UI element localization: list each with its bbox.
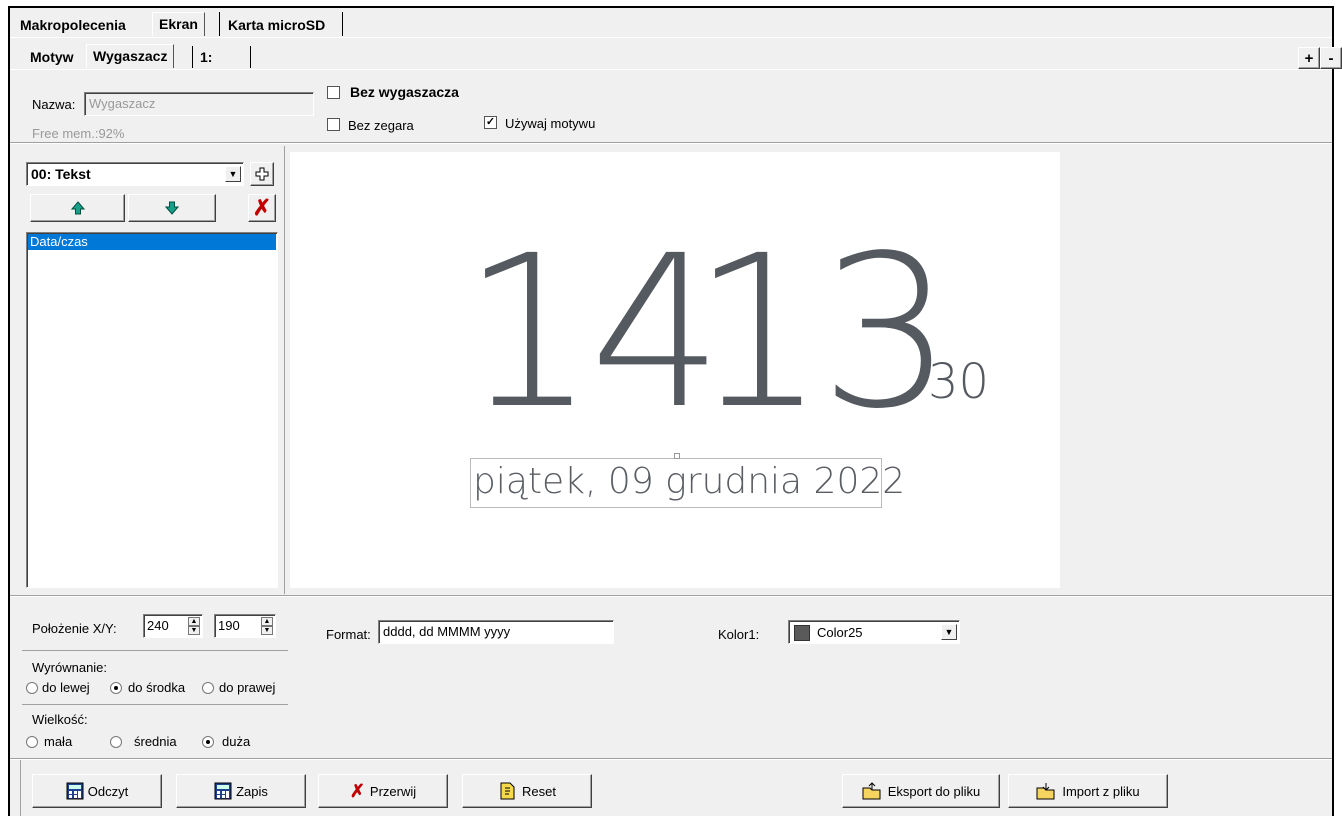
use-theme-checkbox[interactable]: ✓	[484, 116, 497, 129]
add-element-button[interactable]	[250, 162, 274, 186]
tab-wygaszacz[interactable]: Wygaszacz	[86, 44, 175, 68]
separator	[10, 759, 1332, 760]
color-value: Color25	[817, 625, 863, 640]
read-label: Odczyt	[87, 783, 129, 799]
tab-makropolecenia[interactable]: Makropolecenia	[14, 14, 132, 36]
tab-karta-microsd[interactable]: Karta microSD	[222, 14, 331, 36]
subtab-line	[10, 69, 1332, 70]
selection-handle[interactable]	[674, 453, 680, 459]
format-input[interactable]: dddd, dd MMMM yyyy	[378, 620, 614, 644]
name-field[interactable]: Wygaszacz	[84, 92, 314, 116]
separator	[22, 650, 288, 651]
tab-divider	[192, 46, 193, 68]
reset-label: Reset	[522, 783, 556, 799]
use-theme-label: Używaj motywu	[505, 116, 596, 131]
delete-icon: ✗	[252, 195, 272, 220]
color-swatch	[794, 625, 810, 641]
write-label: Zapis	[236, 783, 268, 799]
clock-minute: 13	[692, 210, 953, 455]
stop-icon: ✗	[349, 780, 365, 801]
clock-seconds: 30	[928, 354, 990, 410]
format-value: dddd, dd MMMM yyyy	[383, 624, 511, 639]
calculator-icon	[214, 782, 232, 800]
size-small-radio[interactable]	[26, 736, 38, 748]
size-medium-radio[interactable]	[110, 736, 122, 748]
size-label: Wielkość:	[32, 712, 88, 727]
date-text: piątek, 09 grudnia 2022	[473, 461, 906, 502]
element-list[interactable]: Data/czas	[26, 232, 278, 588]
pos-y-value: 190	[218, 618, 240, 633]
chevron-down-icon[interactable]: ▼	[225, 166, 241, 182]
list-item[interactable]: Data/czas	[28, 234, 276, 250]
pos-x-spinner[interactable]: 240 ▲ ▼	[143, 614, 203, 638]
panel-divider	[284, 146, 285, 594]
move-up-button[interactable]	[30, 194, 125, 222]
color-label: Kolor1:	[718, 627, 760, 642]
align-left-label: do lewej	[42, 680, 90, 695]
no-saver-checkbox[interactable]	[327, 86, 340, 99]
clock-colon: :	[664, 272, 695, 377]
no-clock-label: Bez zegara	[348, 118, 414, 133]
remove-screen-button[interactable]: -	[1320, 47, 1342, 69]
pos-x-value: 240	[147, 618, 169, 633]
calculator-icon	[66, 782, 84, 800]
size-small-label: mała	[44, 734, 73, 749]
import-label: Import z pliku	[1062, 783, 1140, 799]
separator	[10, 143, 1332, 144]
import-button[interactable]: Import z pliku	[1008, 774, 1168, 808]
position-label: Położenie X/Y:	[32, 621, 117, 636]
frame-line	[20, 760, 21, 816]
size-large-label: duża	[222, 734, 251, 749]
arrow-up-icon	[70, 201, 85, 215]
stop-label: Przerwij	[369, 783, 417, 799]
reset-icon	[500, 782, 515, 800]
element-select-value: 00: Tekst	[31, 166, 91, 182]
tabbar-line	[10, 37, 1332, 38]
align-right-radio[interactable]	[202, 682, 214, 694]
no-saver-label: Bez wygaszacza	[350, 84, 459, 100]
element-select[interactable]: 00: Tekst ▼	[26, 162, 244, 186]
no-clock-checkbox[interactable]	[327, 118, 340, 131]
spin-up-icon[interactable]: ▲	[188, 617, 200, 626]
color-select[interactable]: Color25 ▼	[788, 620, 960, 644]
pos-y-spinner[interactable]: 190 ▲ ▼	[214, 614, 276, 638]
align-center-label: do środka	[128, 680, 186, 695]
name-label: Nazwa:	[32, 97, 76, 112]
align-center-radio[interactable]	[110, 682, 122, 694]
tab-ekran[interactable]: Ekran	[152, 12, 205, 36]
size-large-radio[interactable]	[202, 736, 214, 748]
tab-divider	[250, 46, 251, 68]
add-screen-button[interactable]: +	[1298, 47, 1320, 69]
free-memory-text: Free mem.:92%	[32, 126, 125, 141]
move-down-button[interactable]	[128, 194, 216, 222]
folder-export-icon	[862, 782, 881, 800]
write-button[interactable]: Zapis	[176, 774, 306, 808]
stop-button[interactable]: ✗ Przerwij	[318, 774, 448, 808]
export-label: Eksport do pliku	[887, 783, 981, 799]
format-label: Format:	[326, 627, 371, 642]
export-button[interactable]: Eksport do pliku	[842, 774, 1000, 808]
spin-up-icon[interactable]: ▲	[261, 617, 273, 626]
tab-divider	[219, 12, 220, 36]
tab-motyw[interactable]: Motyw	[24, 46, 80, 68]
align-right-label: do prawej	[219, 680, 276, 695]
tab-divider	[342, 12, 343, 36]
plus-icon	[255, 167, 269, 181]
arrow-down-icon	[165, 201, 179, 215]
read-button[interactable]: Odczyt	[32, 774, 162, 808]
delete-element-button[interactable]: ✗	[248, 194, 276, 222]
reset-button[interactable]: Reset	[462, 774, 592, 808]
tab-1[interactable]: 1:	[194, 46, 218, 68]
align-left-radio[interactable]	[26, 682, 38, 694]
align-label: Wyrównanie:	[32, 660, 108, 675]
size-medium-label: średnia	[134, 734, 177, 749]
separator	[10, 596, 1332, 597]
folder-import-icon	[1036, 783, 1055, 800]
spin-down-icon[interactable]: ▼	[188, 626, 200, 635]
name-value: Wygaszacz	[89, 96, 156, 111]
chevron-down-icon[interactable]: ▼	[941, 624, 957, 640]
spin-down-icon[interactable]: ▼	[261, 626, 273, 635]
separator	[22, 704, 288, 705]
